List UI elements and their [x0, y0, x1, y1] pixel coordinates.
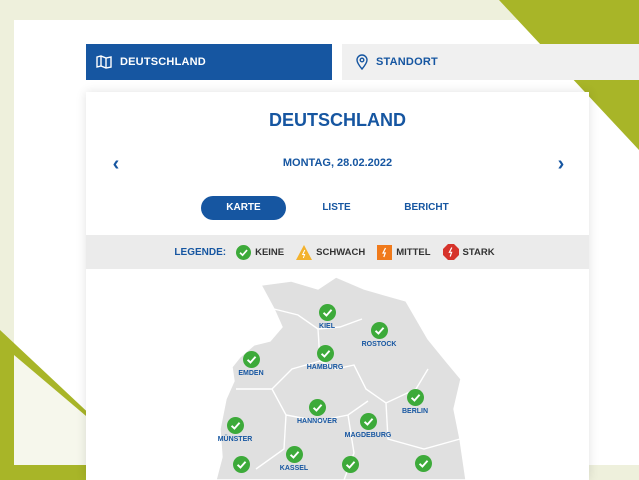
legend: LEGENDE: KEINE SCHWACH MITTEL STARK	[86, 235, 589, 269]
city-label-hannover: HANNOVER	[296, 418, 338, 425]
warning-square-icon	[377, 244, 393, 260]
card-title: DEUTSCHLAND	[269, 110, 406, 130]
check-circle-icon	[243, 351, 260, 368]
check-circle-icon	[415, 455, 432, 472]
check-circle-icon	[227, 417, 244, 434]
tab-deutschland-label: DEUTSCHLAND	[120, 56, 206, 68]
check-circle-icon	[342, 456, 359, 473]
legend-item-schwach: SCHWACH	[296, 244, 366, 260]
legend-item-mittel: MITTEL	[377, 244, 431, 260]
check-circle-icon	[407, 389, 424, 406]
chevron-right-icon[interactable]: ›	[551, 154, 571, 174]
date-label: MONTAG, 28.02.2022	[282, 157, 393, 169]
city-label-kiel: KIEL	[319, 323, 335, 330]
location-pin-icon	[356, 54, 368, 70]
check-circle-icon	[286, 446, 303, 463]
view-liste-button[interactable]: LISTE	[314, 196, 359, 220]
check-circle-icon	[233, 456, 250, 473]
tab-standort[interactable]: STANDORT	[342, 44, 639, 80]
city-label-rostock: ROSTOCK	[361, 341, 397, 348]
germany-map[interactable]: KIEL ROSTOCK EMDEN HAMBURG BERLIN HANNOV…	[86, 269, 589, 480]
city-label-emden: EMDEN	[238, 370, 264, 377]
tab-deutschland[interactable]: DEUTSCHLAND	[86, 44, 332, 80]
tab-standort-label: STANDORT	[376, 56, 438, 68]
city-label-kassel: KASSEL	[279, 465, 309, 472]
legend-schwach-label: SCHWACH	[316, 246, 366, 258]
germany-outline	[215, 276, 467, 480]
check-circle-icon	[236, 244, 252, 260]
check-circle-icon	[317, 345, 334, 362]
city-label-hamburg: HAMBURG	[306, 364, 344, 371]
legend-stark-label: STARK	[462, 246, 495, 258]
date-navigation: ‹ MONTAG, 28.02.2022 ›	[86, 154, 589, 174]
legend-item-stark: STARK	[442, 244, 495, 260]
view-bericht-button[interactable]: BERICHT	[399, 196, 454, 220]
status-card: DEUTSCHLAND ‹ MONTAG, 28.02.2022 › KARTE…	[86, 92, 589, 480]
view-switcher: KARTE LISTE BERICHT	[86, 196, 589, 220]
check-circle-icon	[319, 304, 336, 321]
legend-item-keine: KEINE	[236, 244, 285, 260]
check-circle-icon	[371, 322, 388, 339]
view-karte-button[interactable]: KARTE	[201, 196, 286, 220]
check-circle-icon	[309, 399, 326, 416]
city-label-magdeburg: MAGDEBURG	[344, 432, 392, 439]
legend-label: LEGENDE:	[174, 246, 227, 258]
legend-keine-label: KEINE	[255, 246, 285, 258]
warning-triangle-icon	[296, 244, 313, 260]
warning-hexagon-icon	[442, 244, 459, 260]
map-icon	[96, 55, 112, 69]
check-circle-icon	[360, 413, 377, 430]
city-label-muenster: MÜNSTER	[217, 436, 253, 443]
legend-mittel-label: MITTEL	[396, 246, 431, 258]
city-label-berlin: BERLIN	[401, 408, 429, 415]
